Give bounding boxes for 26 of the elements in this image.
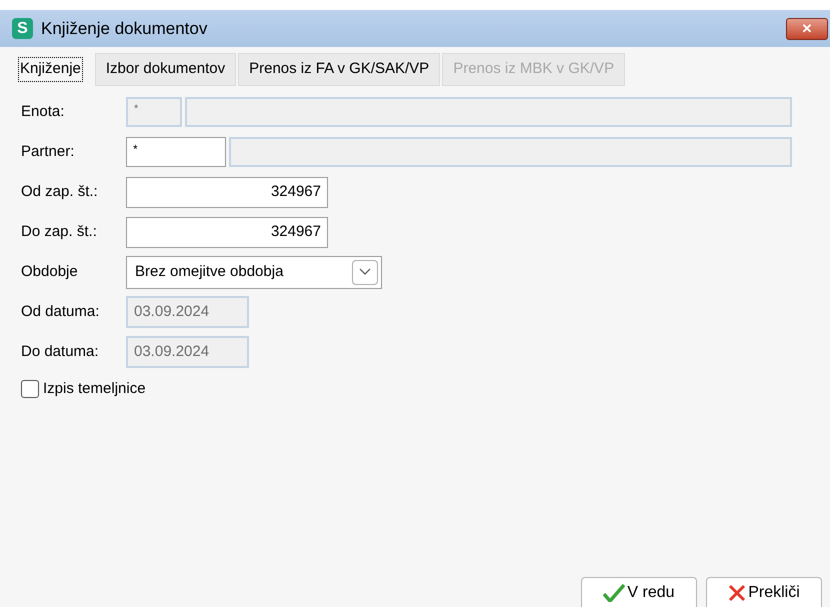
field-label: Od zap. št.: xyxy=(21,182,99,202)
number-field[interactable]: 324967 xyxy=(126,176,328,208)
field-label: Obdobje xyxy=(21,262,79,282)
app-logo: S xyxy=(12,18,33,39)
name-field[interactable] xyxy=(185,97,792,127)
name-field[interactable] xyxy=(229,137,792,167)
code-value: * xyxy=(133,142,138,156)
checkbox[interactable] xyxy=(21,380,39,398)
checkbox-label: Izpis temeljnice xyxy=(43,379,146,399)
field-label: Partner: xyxy=(21,142,76,162)
window-title: Knjiženje dokumentov xyxy=(41,18,208,40)
close-icon xyxy=(728,584,746,602)
chevron-icon xyxy=(352,260,378,284)
field-label: Do datuma: xyxy=(21,342,100,362)
tab[interactable]: Izbor dokumentov xyxy=(94,53,236,86)
field-label: Enota: xyxy=(21,102,66,122)
check-icon xyxy=(603,584,626,602)
tab[interactable]: Prenos iz FA v GK/SAK/VP xyxy=(238,53,440,86)
period-dropdown[interactable]: Brez omejitve obdobja xyxy=(126,256,382,288)
field-label: Do zap. št.: xyxy=(21,222,98,242)
cancel-button[interactable]: Prekliči xyxy=(706,577,822,607)
field-label: Od datuma: xyxy=(21,302,100,322)
ok-button[interactable]: V redu xyxy=(581,577,697,607)
code-field[interactable]: * xyxy=(126,137,226,167)
number-field[interactable]: 324967 xyxy=(126,216,328,248)
code-value: * xyxy=(134,103,138,115)
